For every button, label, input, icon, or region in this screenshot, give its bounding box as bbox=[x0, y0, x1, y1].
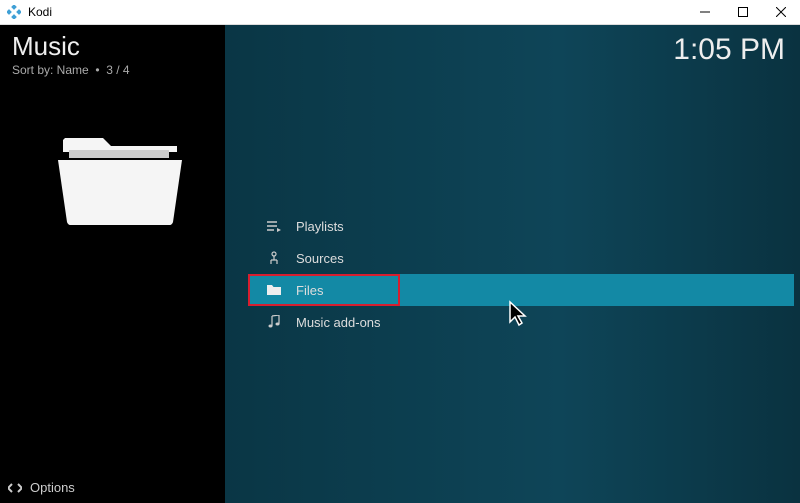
close-button[interactable] bbox=[762, 0, 800, 25]
window-title: Kodi bbox=[28, 5, 686, 19]
clock: 1:05 PM bbox=[673, 33, 785, 67]
folder-icon bbox=[264, 284, 284, 296]
menu-item-label: Files bbox=[296, 283, 323, 298]
page-title: Music bbox=[12, 31, 80, 62]
menu-item-files[interactable]: Files bbox=[248, 274, 794, 306]
maximize-button[interactable] bbox=[724, 0, 762, 25]
position-indicator: 3 / 4 bbox=[106, 63, 129, 77]
menu-item-label: Playlists bbox=[296, 219, 344, 234]
sort-info: Sort by: Name • 3 / 4 bbox=[12, 63, 130, 77]
window-titlebar: Kodi bbox=[0, 0, 800, 25]
options-button[interactable]: Options bbox=[8, 480, 75, 495]
music-note-icon bbox=[264, 315, 284, 329]
menu-list: Playlists Sources Files bbox=[254, 210, 800, 338]
sidebar: Music Sort by: Name • 3 / 4 Options bbox=[0, 25, 225, 503]
menu-item-label: Music add-ons bbox=[296, 315, 381, 330]
menu-item-playlists[interactable]: Playlists bbox=[254, 210, 800, 242]
menu-item-addons[interactable]: Music add-ons bbox=[254, 306, 800, 338]
kodi-app-icon bbox=[6, 4, 22, 20]
minimize-button[interactable] bbox=[686, 0, 724, 25]
sort-label: Sort by: Name bbox=[12, 63, 89, 77]
menu-item-sources[interactable]: Sources bbox=[254, 242, 800, 274]
playlist-icon bbox=[264, 220, 284, 232]
options-label: Options bbox=[30, 480, 75, 495]
menu-item-label: Sources bbox=[296, 251, 344, 266]
sources-icon bbox=[264, 251, 284, 265]
options-arrows-icon bbox=[8, 482, 22, 494]
app-content: Music Sort by: Name • 3 / 4 Options 1:05 bbox=[0, 25, 800, 503]
window-controls bbox=[686, 0, 800, 25]
folder-large-icon bbox=[55, 120, 185, 235]
